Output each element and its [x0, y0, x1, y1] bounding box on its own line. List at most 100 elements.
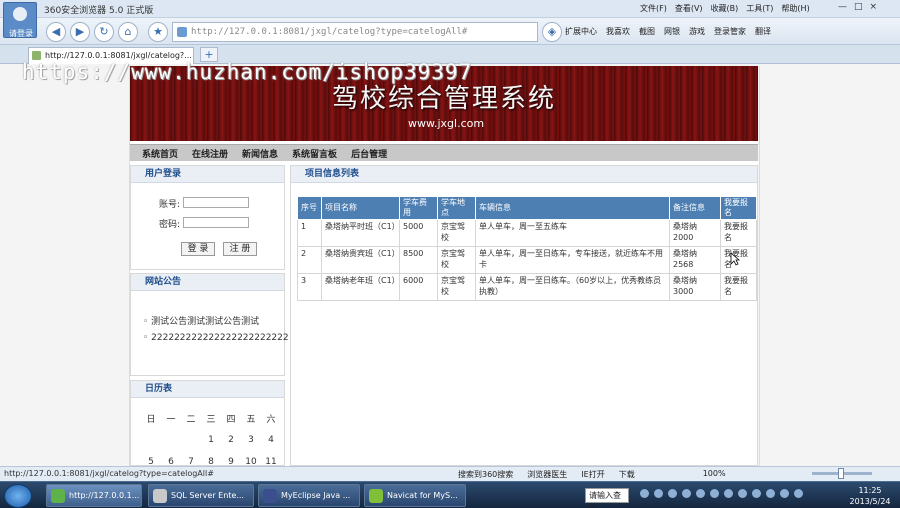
- signup-link[interactable]: 我要报名: [720, 273, 757, 301]
- tray-icon[interactable]: [696, 489, 705, 498]
- nav-register[interactable]: 在线注册: [192, 147, 228, 160]
- table-cell: 8500: [399, 246, 438, 274]
- taskbar-item-browser[interactable]: http://127.0.0.1...: [46, 484, 142, 507]
- close-window-button[interactable]: ×: [870, 2, 878, 12]
- calendar-day[interactable]: 7: [181, 457, 201, 465]
- calendar-day[interactable]: 8: [201, 457, 221, 465]
- calendar-day[interactable]: 1: [201, 435, 221, 445]
- login-button[interactable]: 登 录: [181, 242, 215, 256]
- forward-button[interactable]: ▶: [70, 22, 90, 42]
- star-icon: ★: [153, 25, 163, 38]
- toolbar-screenshot[interactable]: 截图: [639, 26, 655, 37]
- toolbar-translate[interactable]: 翻译: [755, 26, 771, 37]
- nav-home[interactable]: 系统首页: [142, 147, 178, 160]
- table-cell: 京宝驾校: [437, 246, 476, 274]
- table-header-cell: 学车地点: [437, 196, 476, 220]
- tray-icon[interactable]: [766, 489, 775, 498]
- toolbar-favorites[interactable]: 我喜欢: [606, 26, 630, 37]
- account-input[interactable]: [183, 197, 249, 208]
- tray-icon[interactable]: [682, 489, 691, 498]
- tray-icon[interactable]: [794, 489, 803, 498]
- calendar-day[interactable]: 2: [221, 435, 241, 445]
- favorite-button[interactable]: ★: [148, 22, 168, 42]
- notice-item[interactable]: ◦ 测试公告测试测试公告测试: [143, 314, 259, 327]
- back-button[interactable]: ◀: [46, 22, 66, 42]
- status-search-360[interactable]: 搜索到360搜索: [458, 469, 513, 480]
- menu-help[interactable]: 帮助(H): [781, 3, 809, 14]
- notice-item[interactable]: ◦ 222222222222222222222222: [143, 333, 289, 343]
- calendar-day[interactable]: 10: [241, 457, 261, 465]
- user-avatar-button[interactable]: 请登录: [3, 2, 37, 38]
- toolbar-banking[interactable]: 网银: [664, 26, 680, 37]
- address-bar[interactable]: http://127.0.0.1:8081/jxgl/catelog?type=…: [172, 22, 538, 42]
- toolbar-login-manager[interactable]: 登录管家: [714, 26, 746, 37]
- nav-guestbook[interactable]: 系统留言板: [292, 147, 337, 160]
- calendar-day[interactable]: 9: [221, 457, 241, 465]
- password-input[interactable]: [183, 217, 249, 228]
- table-cell: 桑塔纳3000: [669, 273, 721, 301]
- signup-link[interactable]: 我要报名: [720, 219, 757, 247]
- table-cell: 6000: [399, 273, 438, 301]
- nav-news[interactable]: 新闻信息: [242, 147, 278, 160]
- page-icon: [177, 27, 187, 37]
- menu-tools[interactable]: 工具(T): [746, 3, 773, 14]
- table-cell: 桑塔纳老年班（C1）: [321, 273, 400, 301]
- banner-url: www.jxgl.com: [408, 117, 485, 130]
- browser-status-bar: http://127.0.0.1:8081/jxgl/catelog?type=…: [0, 466, 900, 481]
- table-header-cell: 车辆信息: [475, 196, 670, 220]
- back-arrow-icon: ◀: [51, 25, 61, 38]
- browser-toolbar: 扩展中心 我喜欢 截图 网银 游戏 登录管家 翻译: [565, 26, 771, 37]
- menu-view[interactable]: 查看(V): [675, 3, 703, 14]
- tray-icon[interactable]: [738, 489, 747, 498]
- mouse-cursor-icon: [730, 252, 740, 266]
- nav-admin[interactable]: 后台管理: [351, 147, 387, 160]
- register-button[interactable]: 注 册: [223, 242, 257, 256]
- status-ie-open[interactable]: IE打开: [581, 469, 604, 480]
- calendar-row: 1234: [141, 429, 281, 451]
- taskbar-item-navicat[interactable]: Navicat for MyS...: [364, 484, 466, 507]
- taskbar-clock[interactable]: 11:25 2013/5/24: [842, 485, 898, 507]
- windows-taskbar: http://127.0.0.1... SQL Server Ente... M…: [0, 481, 900, 508]
- home-button[interactable]: ⌂: [118, 22, 138, 42]
- task-label: MyEclipse Java ...: [281, 491, 351, 500]
- toolbar-games[interactable]: 游戏: [689, 26, 705, 37]
- calendar-weekday: 日: [146, 414, 156, 425]
- calendar-day[interactable]: 11: [261, 457, 281, 465]
- maximize-button[interactable]: □: [854, 2, 863, 12]
- zoom-slider-handle[interactable]: [838, 468, 844, 479]
- tray-icon[interactable]: [654, 489, 663, 498]
- start-button[interactable]: [4, 484, 32, 508]
- calendar-weekday: 四: [226, 414, 236, 425]
- taskbar-item-sql-server[interactable]: SQL Server Ente...: [148, 484, 254, 507]
- status-download[interactable]: 下载: [619, 469, 635, 480]
- tray-icon[interactable]: [780, 489, 789, 498]
- table-row: 3 桑塔纳老年班（C1） 6000 京宝驾校 单人单车，周一至日练车。（60岁以上，优秀…: [297, 273, 757, 301]
- calendar-day[interactable]: 6: [161, 457, 181, 465]
- minimize-button[interactable]: —: [838, 2, 847, 12]
- calendar-day[interactable]: 4: [261, 435, 281, 445]
- tray-icon[interactable]: [668, 489, 677, 498]
- calendar-weekday: 一: [166, 414, 176, 425]
- tray-icon[interactable]: [710, 489, 719, 498]
- browser-title-bar: 360安全浏览器 5.0 正式版 文件(F) 查看(V) 收藏(B) 工具(T)…: [0, 0, 900, 18]
- tray-icon[interactable]: [752, 489, 761, 498]
- calendar-day[interactable]: 3: [241, 435, 261, 445]
- tray-icon[interactable]: [724, 489, 733, 498]
- browser-nav-bar: ◀ ▶ ↻ ⌂ ★ http://127.0.0.1:8081/jxgl/cat…: [0, 18, 900, 45]
- menu-favorites[interactable]: 收藏(B): [711, 3, 739, 14]
- toolbar-extensions[interactable]: 扩展中心: [565, 26, 597, 37]
- watermark-text: https://www.huzhan.com/ishop39397: [22, 60, 473, 84]
- refresh-button[interactable]: ↻: [94, 22, 114, 42]
- status-browser-doctor[interactable]: 浏览器医生: [527, 469, 567, 480]
- zoom-level[interactable]: 100%: [703, 469, 726, 480]
- security-shield-button[interactable]: ◈: [542, 22, 562, 42]
- calendar-day[interactable]: 5: [141, 457, 161, 465]
- ime-search-box[interactable]: 请输入查找: [585, 488, 629, 508]
- calendar-weekday: 五: [246, 414, 256, 425]
- table-cell: 桑塔纳2568: [669, 246, 721, 274]
- taskbar-item-myeclipse[interactable]: MyEclipse Java ...: [258, 484, 360, 507]
- table-cell: 京宝驾校: [437, 273, 476, 301]
- left-sidebar: 用户登录 账号: 密码: 登 录 注 册 网站公告 ◦ 测试公告测试测试公告测试…: [130, 165, 289, 466]
- menu-file[interactable]: 文件(F): [640, 3, 667, 14]
- tray-icon[interactable]: [640, 489, 649, 498]
